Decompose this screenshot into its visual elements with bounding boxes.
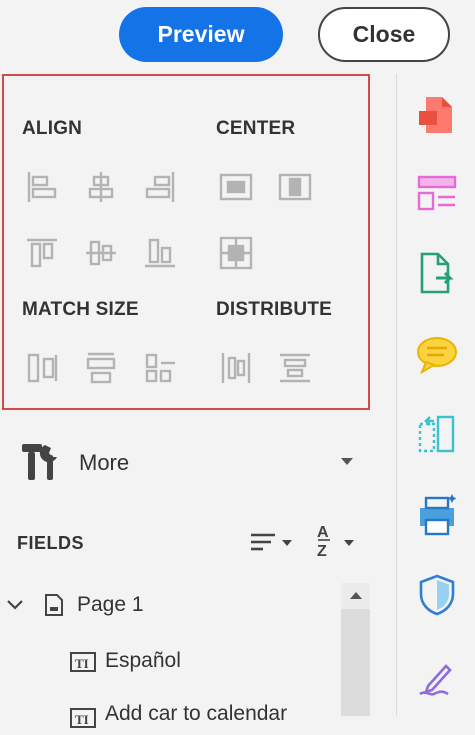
comment-icon[interactable] (414, 332, 460, 378)
svg-text:TI: TI (75, 656, 89, 671)
match-height-icon[interactable] (24, 350, 60, 386)
center-vertically-icon[interactable] (277, 169, 313, 205)
distribute-title: DISTRIBUTE (216, 299, 332, 320)
share-file-icon[interactable] (414, 250, 460, 296)
align-right-icon[interactable] (142, 169, 178, 205)
center-title: CENTER (216, 118, 296, 139)
align-bottom-icon[interactable] (142, 235, 178, 271)
svg-text:A: A (317, 524, 329, 541)
close-button[interactable]: Close (318, 7, 450, 62)
tree-item-field[interactable]: Español (105, 649, 181, 673)
scroll-up-button[interactable] (341, 583, 370, 609)
more-dropdown-icon[interactable] (341, 458, 353, 465)
organize-pages-icon[interactable] (414, 412, 460, 458)
fields-title: FIELDS (17, 533, 85, 553)
text-field-icon: TI (69, 650, 97, 674)
sort-alpha-icon[interactable]: AZ (315, 520, 359, 560)
align-panel: ALIGN CENTER MATCH SIZE DISTRIBUTE (2, 74, 370, 410)
tools-icon (17, 440, 63, 486)
svg-text:Z: Z (317, 543, 327, 560)
protect-shield-icon[interactable] (414, 572, 460, 618)
svg-text:TI: TI (75, 712, 89, 727)
center-horizontally-icon[interactable] (218, 169, 254, 205)
align-vertical-center-icon[interactable] (83, 235, 119, 271)
align-title: ALIGN (22, 118, 83, 139)
more-label: More (79, 450, 130, 475)
export-pdf-icon[interactable] (414, 93, 460, 139)
tree-item-page[interactable]: Page 1 (77, 593, 144, 617)
align-horizontal-center-icon[interactable] (83, 169, 119, 205)
fill-sign-icon[interactable] (414, 654, 460, 700)
chevron-up-icon (350, 592, 362, 599)
distribute-horizontally-icon[interactable] (218, 350, 254, 386)
tree-item-field[interactable]: Add car to calendar (105, 702, 287, 726)
match-both-icon[interactable] (142, 350, 178, 386)
match-size-title: MATCH SIZE (22, 299, 139, 320)
sort-order-icon[interactable] (249, 528, 297, 556)
match-width-icon[interactable] (83, 350, 119, 386)
more-row[interactable]: More (17, 440, 362, 486)
chevron-down-icon[interactable] (6, 596, 24, 614)
center-both-icon[interactable] (218, 235, 254, 271)
text-field-icon: TI (69, 706, 97, 730)
align-top-icon[interactable] (24, 235, 60, 271)
preview-button[interactable]: Preview (119, 7, 283, 62)
prepare-form-icon[interactable] (414, 171, 460, 217)
print-production-icon[interactable] (414, 492, 460, 538)
rail-divider (396, 74, 397, 716)
align-left-icon[interactable] (24, 169, 60, 205)
distribute-vertically-icon[interactable] (277, 350, 313, 386)
page-icon (43, 593, 65, 617)
